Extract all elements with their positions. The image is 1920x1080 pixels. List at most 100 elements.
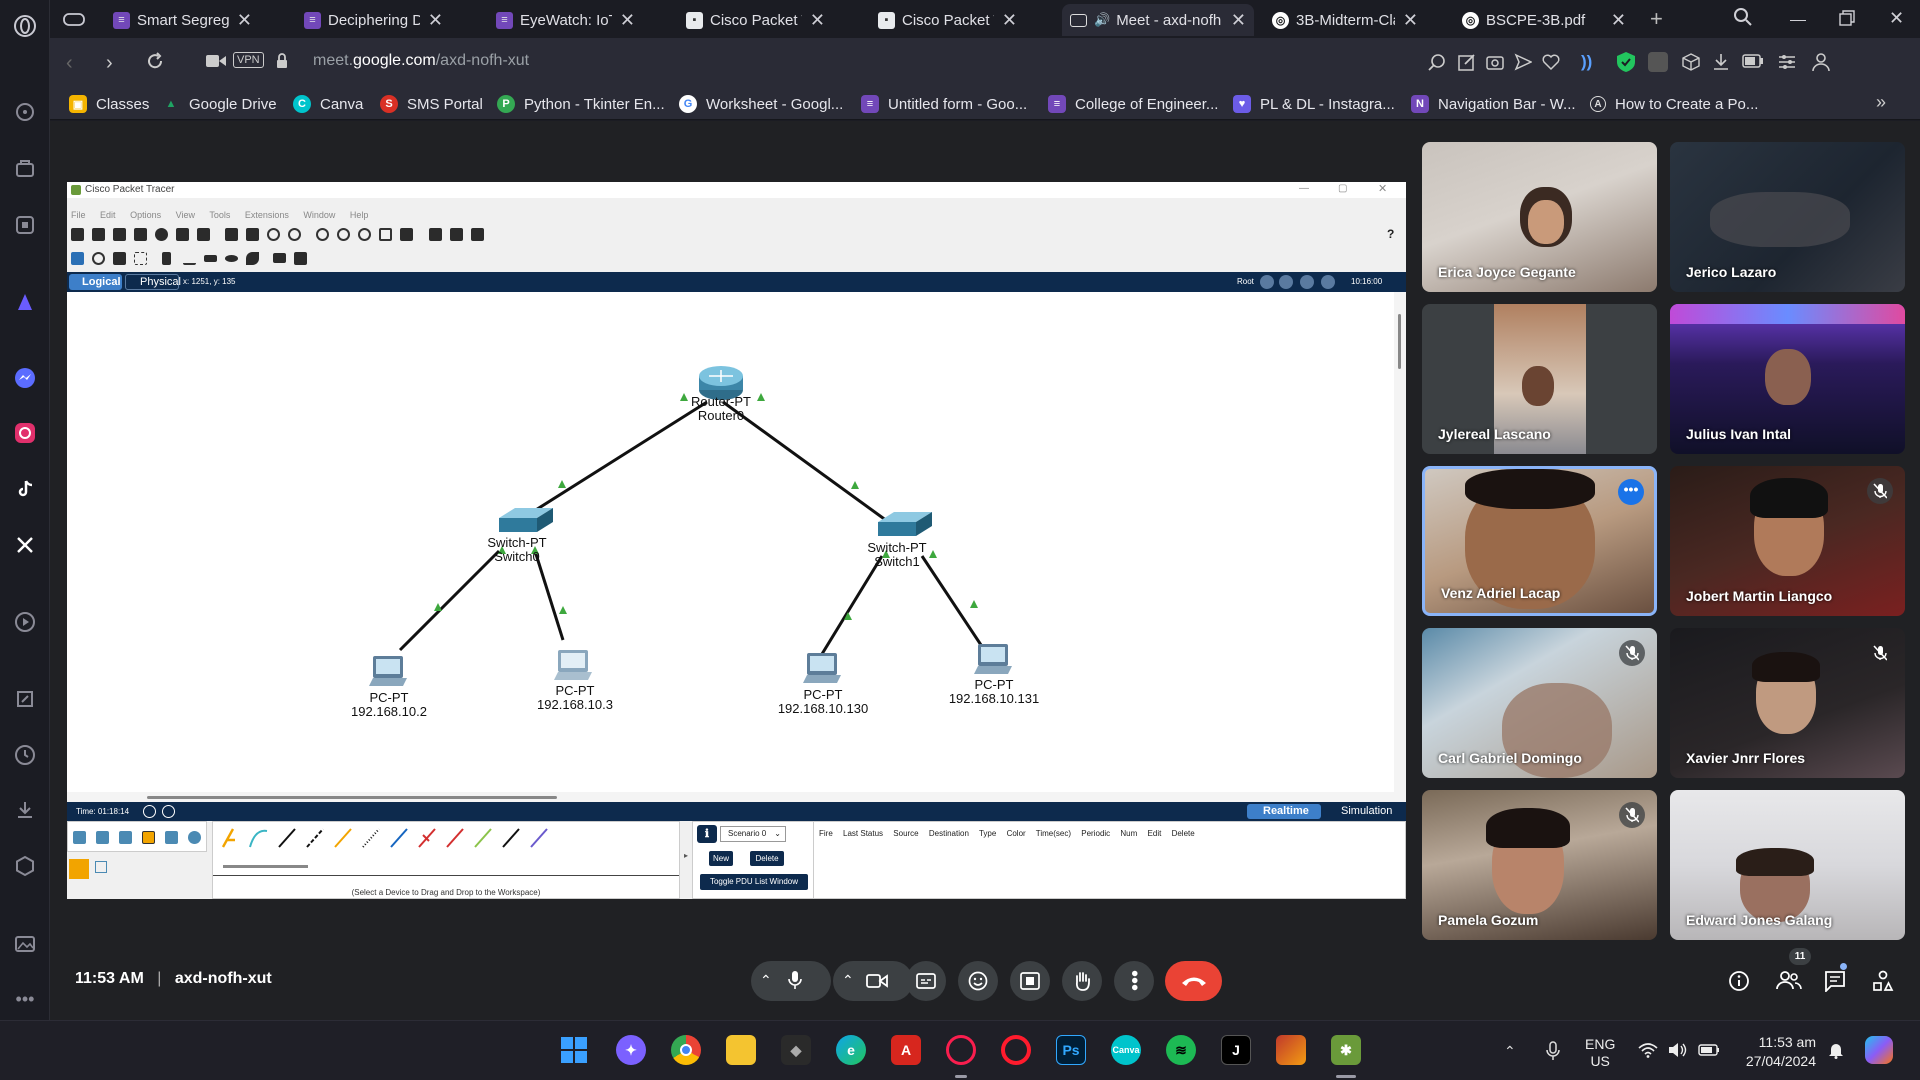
people-icon[interactable]: [1776, 970, 1802, 990]
vpn-badge[interactable]: VPN: [233, 52, 264, 68]
edit-icon[interactable]: [1458, 53, 1476, 71]
bookmarks-overflow-icon[interactable]: »: [1876, 92, 1886, 113]
present-button[interactable]: [1010, 961, 1050, 1001]
participant-tile[interactable]: Xavier Jnrr Flores: [1670, 628, 1905, 778]
connections-subcategory-icon[interactable]: [69, 859, 89, 879]
opera-gx-icon[interactable]: [946, 1035, 976, 1065]
pc2-icon[interactable]: [554, 650, 592, 680]
more-options-icon[interactable]: •••: [1618, 479, 1644, 505]
pt-network-info-icon[interactable]: [176, 228, 189, 241]
pt-info-icon[interactable]: [155, 228, 168, 241]
bookmark-pl-dl-instagram[interactable]: ♥ PL & DL - Instagra...: [1233, 94, 1395, 114]
gaming-controller-icon[interactable]: [62, 7, 86, 31]
pt-move-icon[interactable]: [1300, 275, 1314, 289]
spotify-icon[interactable]: ≋: [1166, 1035, 1196, 1065]
send-icon[interactable]: [1514, 53, 1532, 71]
pt-menu-window[interactable]: Window: [303, 210, 335, 220]
pt-pdu-info-icon[interactable]: ℹ: [697, 825, 717, 843]
tab-7[interactable]: ◎ 3B-Midterm-Class- ✕: [1264, 4, 1426, 36]
participant-tile[interactable]: Pamela Gozum: [1422, 790, 1657, 940]
pc4-icon[interactable]: [974, 644, 1012, 674]
bookmark-google-drive[interactable]: ▲ Google Drive: [162, 94, 277, 114]
pt-vertical-scroll-thumb[interactable]: [1398, 314, 1401, 369]
network-devices-icon[interactable]: [73, 831, 86, 844]
more-sidebar-icon[interactable]: •••: [13, 987, 37, 1011]
restore-icon[interactable]: [1839, 10, 1855, 26]
pt-custom-devices-icon[interactable]: [400, 228, 413, 241]
tab-3[interactable]: ≡ EyeWatch: IoT Crim ✕: [488, 4, 643, 36]
bookmark-classes[interactable]: ▣ Classes: [69, 94, 149, 114]
start-icon[interactable]: [559, 1035, 589, 1065]
battery-saver-icon[interactable]: [1742, 54, 1764, 68]
pt-save-icon[interactable]: [113, 228, 126, 241]
close-tab-icon[interactable]: ✕: [810, 10, 825, 31]
pt-fast-forward-icon[interactable]: [162, 805, 175, 818]
language-indicator[interactable]: ENG US: [1585, 1036, 1615, 1070]
participant-tile-speaking[interactable]: ••• Venz Adriel Lacap: [1422, 466, 1657, 616]
pt-paste-icon[interactable]: [246, 228, 259, 241]
x-twitter-icon[interactable]: [13, 533, 37, 557]
extension-icon[interactable]: [13, 213, 37, 237]
minimize-icon[interactable]: [1790, 20, 1806, 21]
messenger-icon[interactable]: ✦: [616, 1035, 646, 1065]
pt-restore-icon[interactable]: ▢: [1338, 183, 1347, 194]
download-icon[interactable]: [1712, 53, 1730, 71]
adblock-shield-icon[interactable]: [1616, 51, 1636, 73]
participant-tile[interactable]: Carl Gabriel Domingo: [1422, 628, 1657, 778]
link-switch1-pc3[interactable]: [820, 555, 884, 655]
pt-select-icon[interactable]: [71, 252, 84, 265]
pt-back-icon[interactable]: [1260, 275, 1274, 289]
participant-tile[interactable]: Jobert Martin Liangco: [1670, 466, 1905, 616]
bookmark-sms-portal[interactable]: S SMS Portal: [380, 94, 483, 114]
tab-search-icon[interactable]: [1733, 7, 1753, 27]
camera-in-use-icon[interactable]: [206, 54, 226, 68]
packet-tracer-icon[interactable]: ✱: [1331, 1035, 1361, 1065]
pt-viewport-icon[interactable]: [429, 228, 442, 241]
pt-copy-icon[interactable]: [225, 228, 238, 241]
easy-setup-icon[interactable]: [1778, 53, 1796, 71]
tray-microphone-icon[interactable]: [1546, 1041, 1560, 1061]
close-window-icon[interactable]: ✕: [1889, 8, 1904, 29]
pt-zoom-out-icon[interactable]: [358, 228, 371, 241]
tab-meet-active[interactable]: 🔊 Meet - axd-nofh ✕: [1062, 4, 1254, 36]
pt-logical-tab[interactable]: Logical: [69, 274, 122, 290]
predator-sense-icon[interactable]: ◆: [781, 1035, 811, 1065]
bookmark-college-engineering[interactable]: ≡ College of Engineer...: [1048, 94, 1218, 114]
close-tab-icon[interactable]: ✕: [428, 10, 443, 31]
aria-icon[interactable]: [13, 100, 37, 124]
pt-open-icon[interactable]: [92, 228, 105, 241]
link-switch0-pc2[interactable]: [533, 550, 565, 641]
history-icon[interactable]: [13, 743, 37, 767]
pt-logical-workspace[interactable]: Router-PT Router0 Switch-PT Switch0 Switch…: [67, 292, 1394, 792]
pt-physical-tab[interactable]: Physical: [125, 274, 181, 290]
close-tab-icon[interactable]: ✕: [620, 10, 635, 31]
pt-add-simple-pdu-icon[interactable]: [273, 253, 286, 263]
pt-cluster-icon[interactable]: [450, 228, 463, 241]
switch1-icon[interactable]: [878, 512, 932, 536]
close-tab-icon[interactable]: ✕: [1611, 10, 1626, 31]
pt-power-cycle-icon[interactable]: [143, 805, 156, 818]
link-switch0-pc1[interactable]: [398, 549, 501, 652]
pt-scenario-select[interactable]: Scenario 0 ⌄: [720, 826, 786, 842]
microphone-icon[interactable]: [788, 970, 802, 990]
system-clock[interactable]: 11:53 am 27/04/2024: [1738, 1033, 1816, 1071]
pc1-icon[interactable]: [369, 656, 407, 686]
close-tab-icon[interactable]: ✕: [1403, 10, 1418, 31]
pt-menu-file[interactable]: File: [71, 210, 86, 220]
close-tab-icon[interactable]: ✕: [1002, 10, 1017, 31]
lens-search-icon[interactable]: [1428, 53, 1446, 71]
pt-realtime-tab[interactable]: Realtime: [1247, 804, 1321, 819]
shopping-icon[interactable]: [13, 157, 37, 181]
participant-tile[interactable]: Jerico Lazaro: [1670, 142, 1905, 292]
pt-delete-pdu-button[interactable]: Delete: [750, 851, 784, 866]
wifi-icon[interactable]: [1638, 1042, 1658, 1058]
pt-new-pdu-button[interactable]: New: [709, 851, 733, 866]
pt-zoom-reset-icon[interactable]: [337, 228, 350, 241]
downloads-icon[interactable]: [13, 798, 37, 822]
pt-menu-tools[interactable]: Tools: [209, 210, 230, 220]
leave-call-button[interactable]: [1165, 961, 1222, 1001]
tab-8[interactable]: ◎ BSCPE-3B.pdf ✕: [1454, 4, 1634, 36]
end-devices-icon[interactable]: [96, 831, 109, 844]
pt-device-scroll-thumb[interactable]: [223, 865, 308, 868]
bookmark-how-to-create[interactable]: A How to Create a Po...: [1590, 94, 1758, 114]
